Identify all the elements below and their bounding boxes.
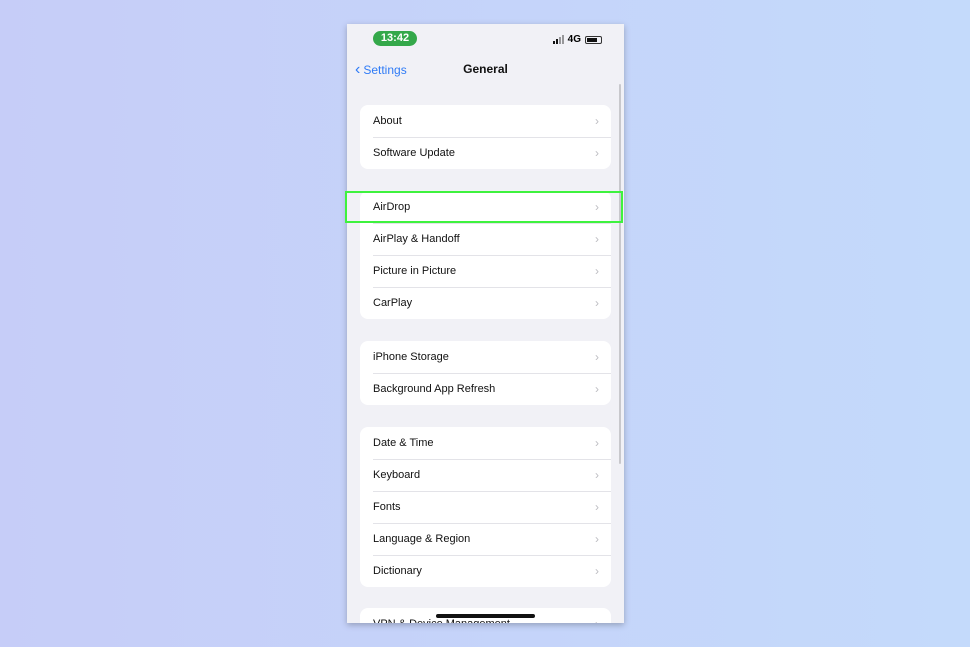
- settings-group: iPhone Storage › Background App Refresh ›: [360, 341, 611, 405]
- list-item[interactable]: Date & Time ›: [360, 427, 611, 459]
- settings-group: Date & Time › Keyboard › Fonts › Language & Re…: [360, 427, 611, 587]
- list-item-label: Picture in Picture: [373, 265, 457, 277]
- list-item[interactable]: AirPlay & Handoff ›: [360, 223, 611, 255]
- chevron-right-icon: ›: [595, 500, 599, 514]
- list-item-label: Keyboard: [373, 469, 421, 481]
- list-item[interactable]: Picture in Picture ›: [360, 255, 611, 287]
- chevron-right-icon: ›: [595, 264, 599, 278]
- status-time: 13:42: [373, 31, 417, 46]
- chevron-right-icon: ›: [595, 146, 599, 160]
- list-item[interactable]: Software Update ›: [360, 137, 611, 169]
- list-item[interactable]: Dictionary ›: [360, 555, 611, 587]
- chevron-right-icon: ›: [595, 532, 599, 546]
- list-item-label: Software Update: [373, 147, 455, 159]
- chevron-right-icon: ›: [595, 114, 599, 128]
- chevron-right-icon: ›: [595, 617, 599, 623]
- battery-icon: [585, 35, 602, 44]
- signal-icon: [552, 35, 564, 44]
- list-item-label: Background App Refresh: [373, 383, 496, 395]
- list-item-label: Language & Region: [373, 533, 471, 545]
- list-item[interactable]: Keyboard ›: [360, 459, 611, 491]
- chevron-right-icon: ›: [595, 296, 599, 310]
- list-item[interactable]: About ›: [360, 105, 611, 137]
- list-item[interactable]: iPhone Storage ›: [360, 341, 611, 373]
- phone-screen: 13:42 4G ‹ Settings General About › Softwar…: [347, 24, 624, 623]
- home-indicator: [436, 614, 535, 618]
- scrollbar[interactable]: [619, 84, 621, 464]
- chevron-right-icon: ›: [595, 468, 599, 482]
- list-item-label: VPN & Device Management: [373, 618, 510, 623]
- chevron-right-icon: ›: [595, 350, 599, 364]
- chevron-right-icon: ›: [595, 232, 599, 246]
- list-item-label: AirPlay & Handoff: [373, 233, 460, 245]
- chevron-right-icon: ›: [595, 564, 599, 578]
- list-item[interactable]: CarPlay ›: [360, 287, 611, 319]
- list-item-label: Dictionary: [373, 565, 422, 577]
- settings-group: About › Software Update ›: [360, 105, 611, 169]
- highlight-box: [345, 191, 623, 223]
- status-bar: 4G: [552, 34, 602, 45]
- chevron-right-icon: ›: [595, 382, 599, 396]
- list-item-label: Fonts: [373, 501, 401, 513]
- network-label: 4G: [567, 34, 581, 45]
- list-item-label: Date & Time: [373, 437, 434, 449]
- list-item[interactable]: Fonts ›: [360, 491, 611, 523]
- list-item-label: CarPlay: [373, 297, 413, 309]
- list-item-label: iPhone Storage: [373, 351, 449, 363]
- list-item[interactable]: Language & Region ›: [360, 523, 611, 555]
- list-item-label: About: [373, 115, 402, 127]
- chevron-right-icon: ›: [595, 436, 599, 450]
- page-title: General: [463, 62, 508, 76]
- list-item[interactable]: Background App Refresh ›: [360, 373, 611, 405]
